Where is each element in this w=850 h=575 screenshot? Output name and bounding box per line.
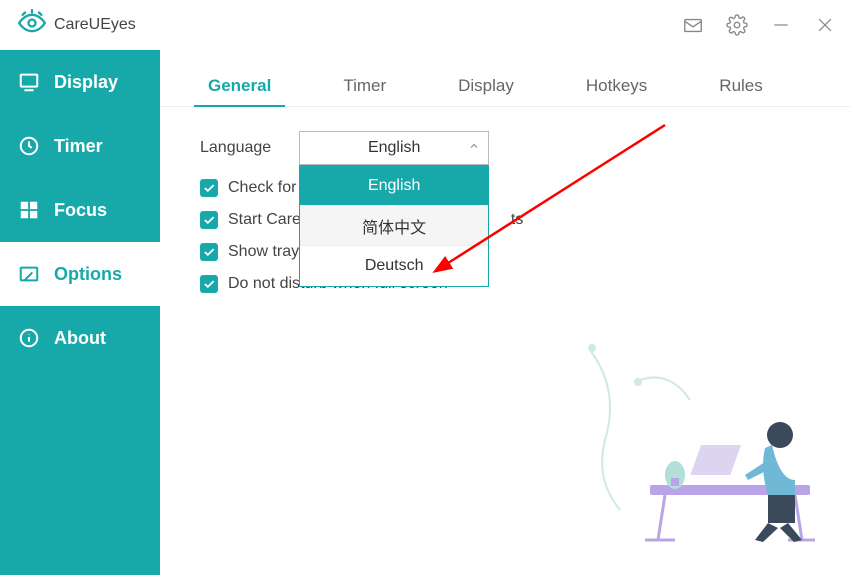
- sidebar-item-label: About: [54, 328, 106, 349]
- checkbox-label-suffix: ts: [511, 211, 523, 229]
- option-chinese[interactable]: 简体中文: [300, 206, 488, 246]
- sidebar-item-label: Timer: [54, 136, 103, 157]
- sidebar-item-options[interactable]: Options: [0, 242, 160, 306]
- sidebar-item-label: Display: [54, 72, 118, 93]
- window-controls: [680, 12, 838, 38]
- checkbox-row-startup: Start Care ts: [200, 211, 810, 229]
- eye-icon: [18, 9, 46, 42]
- sidebar-item-display[interactable]: Display: [0, 50, 160, 114]
- sidebar-item-about[interactable]: About: [0, 306, 160, 370]
- checkbox-startup[interactable]: [200, 211, 218, 229]
- tab-timer[interactable]: Timer: [335, 70, 394, 106]
- language-label: Language: [200, 139, 271, 157]
- app-title: CareUEyes: [54, 16, 136, 34]
- tab-hotkeys[interactable]: Hotkeys: [578, 70, 655, 106]
- clock-icon: [18, 135, 40, 157]
- checkbox-label: Check for: [228, 179, 301, 197]
- checkbox-row-updates: Check for: [200, 179, 810, 197]
- checkbox-label: Show tray: [228, 243, 299, 261]
- monitor-icon: [18, 71, 40, 93]
- chevron-up-icon: [468, 139, 480, 157]
- checkbox-label: Start Care: [228, 211, 301, 229]
- checkbox-dnd[interactable]: [200, 275, 218, 293]
- checkbox-row-dnd: Do not disturb when full screen: [200, 275, 810, 293]
- logo: CareUEyes: [18, 9, 136, 42]
- decorative-illustration: [580, 330, 840, 565]
- sidebar: Display Timer Focus Options About: [0, 50, 160, 575]
- checkbox-row-tray: Show tray: [200, 243, 810, 261]
- option-english[interactable]: English: [300, 166, 488, 206]
- checkbox-updates[interactable]: [200, 179, 218, 197]
- info-icon: [18, 327, 40, 349]
- option-deutsch[interactable]: Deutsch: [300, 246, 488, 286]
- sidebar-item-focus[interactable]: Focus: [0, 178, 160, 242]
- gear-icon[interactable]: [724, 12, 750, 38]
- tab-bar: General Timer Display Hotkeys Rules: [160, 50, 850, 107]
- minimize-button[interactable]: [768, 12, 794, 38]
- tab-rules[interactable]: Rules: [711, 70, 770, 106]
- tab-display[interactable]: Display: [450, 70, 522, 106]
- select-value: English: [368, 139, 420, 157]
- sidebar-item-label: Focus: [54, 200, 107, 221]
- tab-general[interactable]: General: [200, 70, 279, 106]
- content-area: General Timer Display Hotkeys Rules Lang…: [160, 50, 850, 575]
- options-icon: [18, 263, 40, 285]
- mail-icon[interactable]: [680, 12, 706, 38]
- titlebar: CareUEyes: [0, 0, 850, 50]
- sidebar-item-timer[interactable]: Timer: [0, 114, 160, 178]
- select-display[interactable]: English: [299, 131, 489, 165]
- checkbox-tray[interactable]: [200, 243, 218, 261]
- close-button[interactable]: [812, 12, 838, 38]
- language-dropdown: English 简体中文 Deutsch: [299, 165, 489, 287]
- grid-icon: [18, 199, 40, 221]
- language-select[interactable]: English English 简体中文 Deutsch: [299, 131, 489, 165]
- general-panel: Language English English 简体中文 Deutsch: [160, 107, 850, 331]
- sidebar-item-label: Options: [54, 264, 122, 285]
